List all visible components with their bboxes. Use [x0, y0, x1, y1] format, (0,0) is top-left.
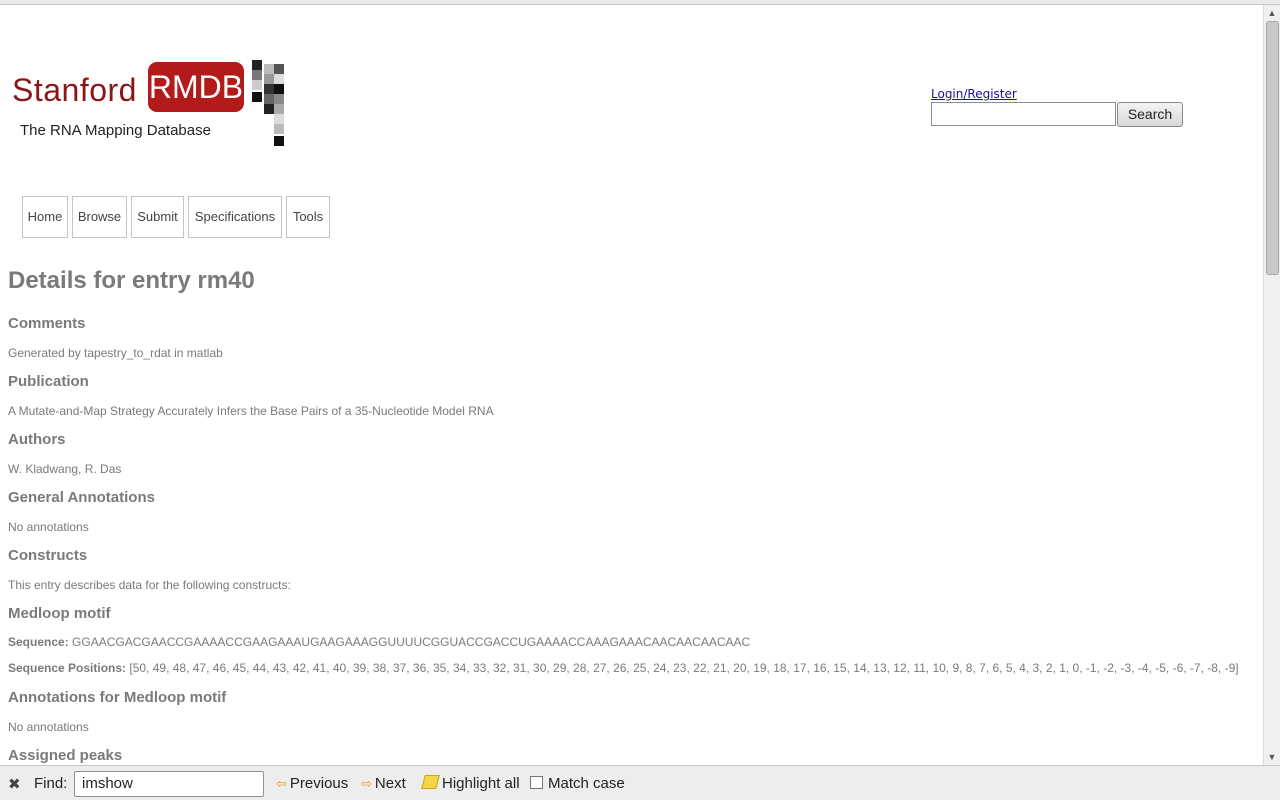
constructs-text: This entry describes data for the follow… — [8, 578, 291, 592]
general-annotations-heading: General Annotations — [8, 489, 155, 506]
close-icon[interactable]: ✖ — [8, 775, 21, 793]
vertical-scrollbar[interactable]: ▲ ▼ — [1263, 5, 1280, 765]
scroll-up-arrow-icon[interactable]: ▲ — [1264, 5, 1280, 21]
logo-subtitle: The RNA Mapping Database — [20, 122, 211, 139]
match-case-checkbox[interactable]: Match case — [530, 775, 625, 792]
checkbox-icon — [530, 776, 543, 789]
logo-rmdb-badge: RMDB — [148, 62, 244, 112]
search-input[interactable] — [931, 102, 1116, 126]
nav-submit[interactable]: Submit — [131, 196, 184, 238]
authors-text: W. Kladwang, R. Das — [8, 462, 122, 476]
arrow-left-icon: ⇦ — [276, 776, 287, 791]
sequence-label: Sequence: — [8, 635, 69, 649]
construct-annotations-heading: Annotations for Medloop motif — [8, 689, 227, 706]
page-title: Details for entry rm40 — [8, 267, 255, 294]
sequence-line: Sequence: GGAACGACGAACCGAAAACCGAAGAAAUGA… — [8, 635, 750, 649]
constructs-heading: Constructs — [8, 547, 88, 564]
find-label: Find: — [34, 775, 68, 792]
sequence-value: GGAACGACGAACCGAAAACCGAAGAAAUGAAGAAAGGUUU… — [72, 635, 751, 649]
construct-name-heading: Medloop motif — [8, 605, 111, 622]
nav-tools[interactable]: Tools — [286, 196, 330, 238]
find-next-button[interactable]: ⇨ Next — [361, 775, 406, 792]
highlight-all-label: Highlight all — [442, 775, 520, 792]
scroll-thumb[interactable] — [1266, 21, 1279, 275]
general-annotations-text: No annotations — [8, 520, 89, 534]
logo-stanford-text: Stanford — [12, 72, 137, 108]
previous-label: Previous — [289, 775, 349, 792]
page-viewport: Stanford RMDB The RNA Mapping Database L… — [0, 5, 1263, 765]
find-input[interactable]: imshow — [74, 771, 264, 797]
scroll-down-arrow-icon[interactable]: ▼ — [1264, 749, 1280, 765]
site-logo[interactable]: Stanford RMDB The RNA Mapping Database — [12, 60, 292, 160]
positions-value: [50, 49, 48, 47, 46, 45, 44, 43, 42, 41,… — [129, 661, 1239, 675]
authors-heading: Authors — [8, 431, 66, 448]
publication-heading: Publication — [8, 373, 89, 390]
construct-annotations-text: No annotations — [8, 720, 89, 734]
find-previous-button[interactable]: ⇦ Previous — [276, 775, 348, 792]
highlight-all-button[interactable]: Highlight all — [421, 775, 520, 792]
search-button[interactable]: Search — [1117, 102, 1183, 127]
nav-home[interactable]: Home — [22, 196, 68, 238]
publication-text: A Mutate-and-Map Strategy Accurately Inf… — [8, 404, 494, 418]
logo-heatmap-icon — [252, 60, 286, 150]
arrow-right-icon: ⇨ — [361, 776, 372, 791]
nav-browse[interactable]: Browse — [72, 196, 127, 238]
match-case-label: Match case — [548, 775, 625, 792]
comments-heading: Comments — [8, 315, 86, 332]
positions-label: Sequence Positions: — [8, 661, 127, 675]
highlighter-icon — [421, 775, 440, 789]
next-label: Next — [374, 775, 406, 792]
assigned-peaks-heading: Assigned peaks — [8, 747, 123, 764]
nav-specifications[interactable]: Specifications — [188, 196, 282, 238]
comments-text: Generated by tapestry_to_rdat in matlab — [8, 346, 223, 360]
find-bar: ✖ Find: imshow ⇦ Previous ⇨ Next Highlight… — [0, 765, 1280, 800]
login-register-link[interactable]: Login/Register — [931, 87, 1017, 101]
positions-line: Sequence Positions: [50, 49, 48, 47, 46,… — [8, 661, 1239, 675]
